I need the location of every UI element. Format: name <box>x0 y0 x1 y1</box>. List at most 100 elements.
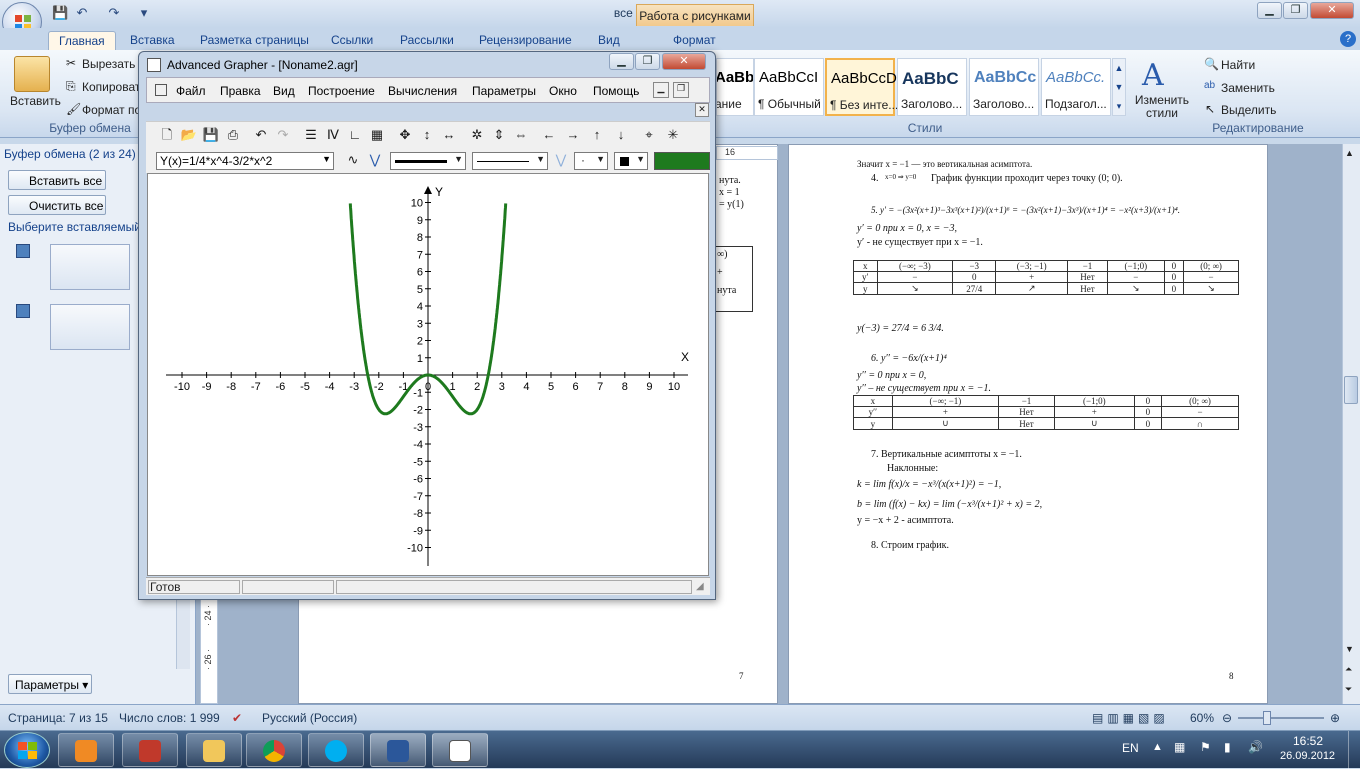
zoom-slider[interactable] <box>1238 717 1324 719</box>
replace-icon[interactable]: ab <box>1204 80 1215 91</box>
style-gallery-item[interactable]: AaBbC Заголово... <box>897 58 967 116</box>
marker-color-select[interactable]: ▼ <box>614 152 648 170</box>
maximize-button[interactable]: ❐ <box>1283 2 1308 19</box>
change-styles-button[interactable]: Изменить стили <box>1132 94 1192 120</box>
taskbar-advanced-grapher[interactable] <box>432 733 488 767</box>
find-button[interactable]: Найти <box>1221 58 1255 72</box>
open-icon[interactable]: 📂 <box>180 126 198 144</box>
security-icon[interactable]: ⚑ <box>1200 740 1211 754</box>
grapher-maximize-button[interactable]: ❐ <box>635 53 660 70</box>
tab-mailings[interactable]: Рассылки <box>400 31 454 50</box>
axes-icon[interactable]: ∟ <box>346 126 364 144</box>
arrow-up-icon[interactable]: ↑ <box>588 126 606 144</box>
tab-format[interactable]: Формат <box>673 31 716 50</box>
next-page-icon[interactable]: ⏷ <box>1345 684 1352 695</box>
scroll-up-icon[interactable]: ▲ <box>1345 148 1354 158</box>
vertical-scrollbar[interactable]: ▲ ▼ ⏶ ⏷ <box>1342 144 1360 704</box>
undo-icon[interactable]: ↶ <box>252 126 270 144</box>
zoom-vertical-icon[interactable]: ⇕ <box>490 126 508 144</box>
resize-grip-icon[interactable]: ◢ <box>696 581 704 592</box>
taskbar-skype[interactable] <box>308 733 364 767</box>
arrow-left-icon[interactable]: ← <box>540 126 558 144</box>
grid-icon[interactable]: ▦ <box>368 126 386 144</box>
menu-window[interactable]: Окно <box>549 84 577 98</box>
advanced-grapher-window[interactable]: Advanced Grapher - [Noname2.agr] ▁ ❐ ✕ Ф… <box>138 51 716 600</box>
paste-all-button[interactable]: Вставить все <box>8 170 106 190</box>
child-minimize-button[interactable]: ▁ <box>653 82 669 98</box>
page-count[interactable]: Страница: 7 из 15 <box>8 711 108 725</box>
taskbar-chrome[interactable] <box>246 733 302 767</box>
crosshair-icon[interactable]: ⌖ <box>640 126 658 144</box>
new-icon[interactable]: 🗋 <box>158 126 176 144</box>
redo-icon[interactable]: ↷ <box>274 126 292 144</box>
taskbar-explorer[interactable] <box>186 733 242 767</box>
point-style-select[interactable]: · ▼ <box>574 152 608 170</box>
child-restore-button[interactable]: ❐ <box>673 82 689 98</box>
line-style-select[interactable]: ▼ <box>472 152 548 170</box>
tab-view[interactable]: Вид <box>598 31 620 50</box>
word-count[interactable]: Число слов: 1 999 <box>119 711 220 725</box>
arrow-right-icon[interactable]: → <box>564 126 582 144</box>
language-indicator[interactable]: EN <box>1122 741 1139 755</box>
clip-item-thumbnail[interactable] <box>50 304 130 350</box>
view-buttons[interactable]: ▤▥▦▧▨ <box>1092 711 1169 725</box>
calculate-icon[interactable]: Ⅳ <box>324 126 342 144</box>
taskbar-word[interactable] <box>370 733 426 767</box>
taskbar-mathcad[interactable] <box>122 733 178 767</box>
undo-icon[interactable]: ↶ <box>74 5 90 21</box>
save-icon[interactable]: 💾 <box>52 5 68 21</box>
graph-plot-area[interactable]: X Y -10 -9 -8 -7 -6 -5 -4 -3 -2 -1 0 1 2 3 4 5 6 7 8 9 10 10 9 8 7… <box>147 173 709 576</box>
taskbar-media-player[interactable] <box>58 733 114 767</box>
grapher-minimize-button[interactable]: ▁ <box>609 53 634 70</box>
tab-page-layout[interactable]: Разметка страницы <box>200 31 309 50</box>
format-painter-icon[interactable]: 🖌 <box>66 102 81 116</box>
start-button[interactable] <box>4 732 50 768</box>
show-desktop-button[interactable] <box>1348 731 1360 769</box>
tab-references[interactable]: Ссылки <box>331 31 373 50</box>
graph-list-icon[interactable]: ☰ <box>302 126 320 144</box>
styles-scroll[interactable]: ▲ ▼ ▾ <box>1112 58 1126 116</box>
copy-icon[interactable]: ⎘ <box>66 79 76 94</box>
trace-icon[interactable]: ✳ <box>664 126 682 144</box>
change-styles-icon[interactable]: A <box>1142 58 1164 93</box>
zoom-level[interactable]: 60% <box>1190 711 1214 725</box>
arrow-down-icon[interactable]: ↓ <box>612 126 630 144</box>
help-icon[interactable]: ? <box>1340 31 1356 47</box>
zoom-out-icon[interactable]: ⊖ <box>1222 711 1232 725</box>
menu-edit[interactable]: Правка <box>220 84 261 98</box>
style-gallery-item[interactable]: AaBbCcDc ¶ Без инте... <box>825 58 904 116</box>
menu-help[interactable]: Помощь <box>593 84 639 98</box>
paste-icon[interactable] <box>14 56 50 92</box>
prev-page-icon[interactable]: ⏶ <box>1345 664 1352 675</box>
style-gallery-item[interactable]: AaBbCание <box>716 58 754 116</box>
function-graph[interactable]: X Y -10 -9 -8 -7 -6 -5 -4 -3 -2 -1 0 1 2 3 4 5 6 7 8 9 10 10 9 8 7… <box>148 174 708 575</box>
network-icon[interactable]: ▦ <box>1174 740 1185 754</box>
intersection-icon[interactable]: ⋁ <box>366 151 384 169</box>
zoom-in-icon[interactable]: ✲ <box>468 126 486 144</box>
style-gallery-item[interactable]: AaBbCc Заголово... <box>969 58 1039 116</box>
language[interactable]: Русский (Россия) <box>262 711 357 725</box>
close-button[interactable]: ✕ <box>1310 2 1354 19</box>
show-hidden-icons[interactable]: ▲ <box>1152 741 1163 753</box>
clear-all-button[interactable]: Очистить все <box>8 195 106 215</box>
horizontal-move-icon[interactable]: ↔ <box>440 126 458 144</box>
cut-button[interactable]: Вырезать <box>82 57 135 71</box>
scroll-thumb[interactable] <box>1344 376 1358 404</box>
replace-button[interactable]: Заменить <box>1221 81 1275 95</box>
save-icon[interactable]: 💾 <box>202 126 220 144</box>
paste-button[interactable]: Вставить <box>10 94 61 108</box>
menu-parameters[interactable]: Параметры <box>472 84 536 98</box>
tab-insert[interactable]: Вставка <box>130 31 175 50</box>
zoom-horizontal-icon[interactable]: ⇔ <box>512 126 530 144</box>
style-gallery-item[interactable]: AaBbCc. Подзагол... <box>1041 58 1111 116</box>
document-page[interactable]: Значит x = −1 — это вертикальная асимпто… <box>788 144 1268 704</box>
copy-button[interactable]: Копировать <box>82 80 147 94</box>
signal-icon[interactable]: ▮ <box>1224 740 1231 754</box>
clock-date[interactable]: 26.09.2012 <box>1280 750 1335 762</box>
menu-file[interactable]: Файл <box>176 84 206 98</box>
redo-icon[interactable]: ↷ <box>106 5 122 21</box>
zoom-in-icon[interactable]: ⊕ <box>1330 711 1340 725</box>
curve-color-swatch[interactable] <box>654 152 710 170</box>
find-icon[interactable]: 🔍 <box>1204 57 1219 71</box>
customize-quick-access-icon[interactable]: ▾ <box>136 5 152 21</box>
